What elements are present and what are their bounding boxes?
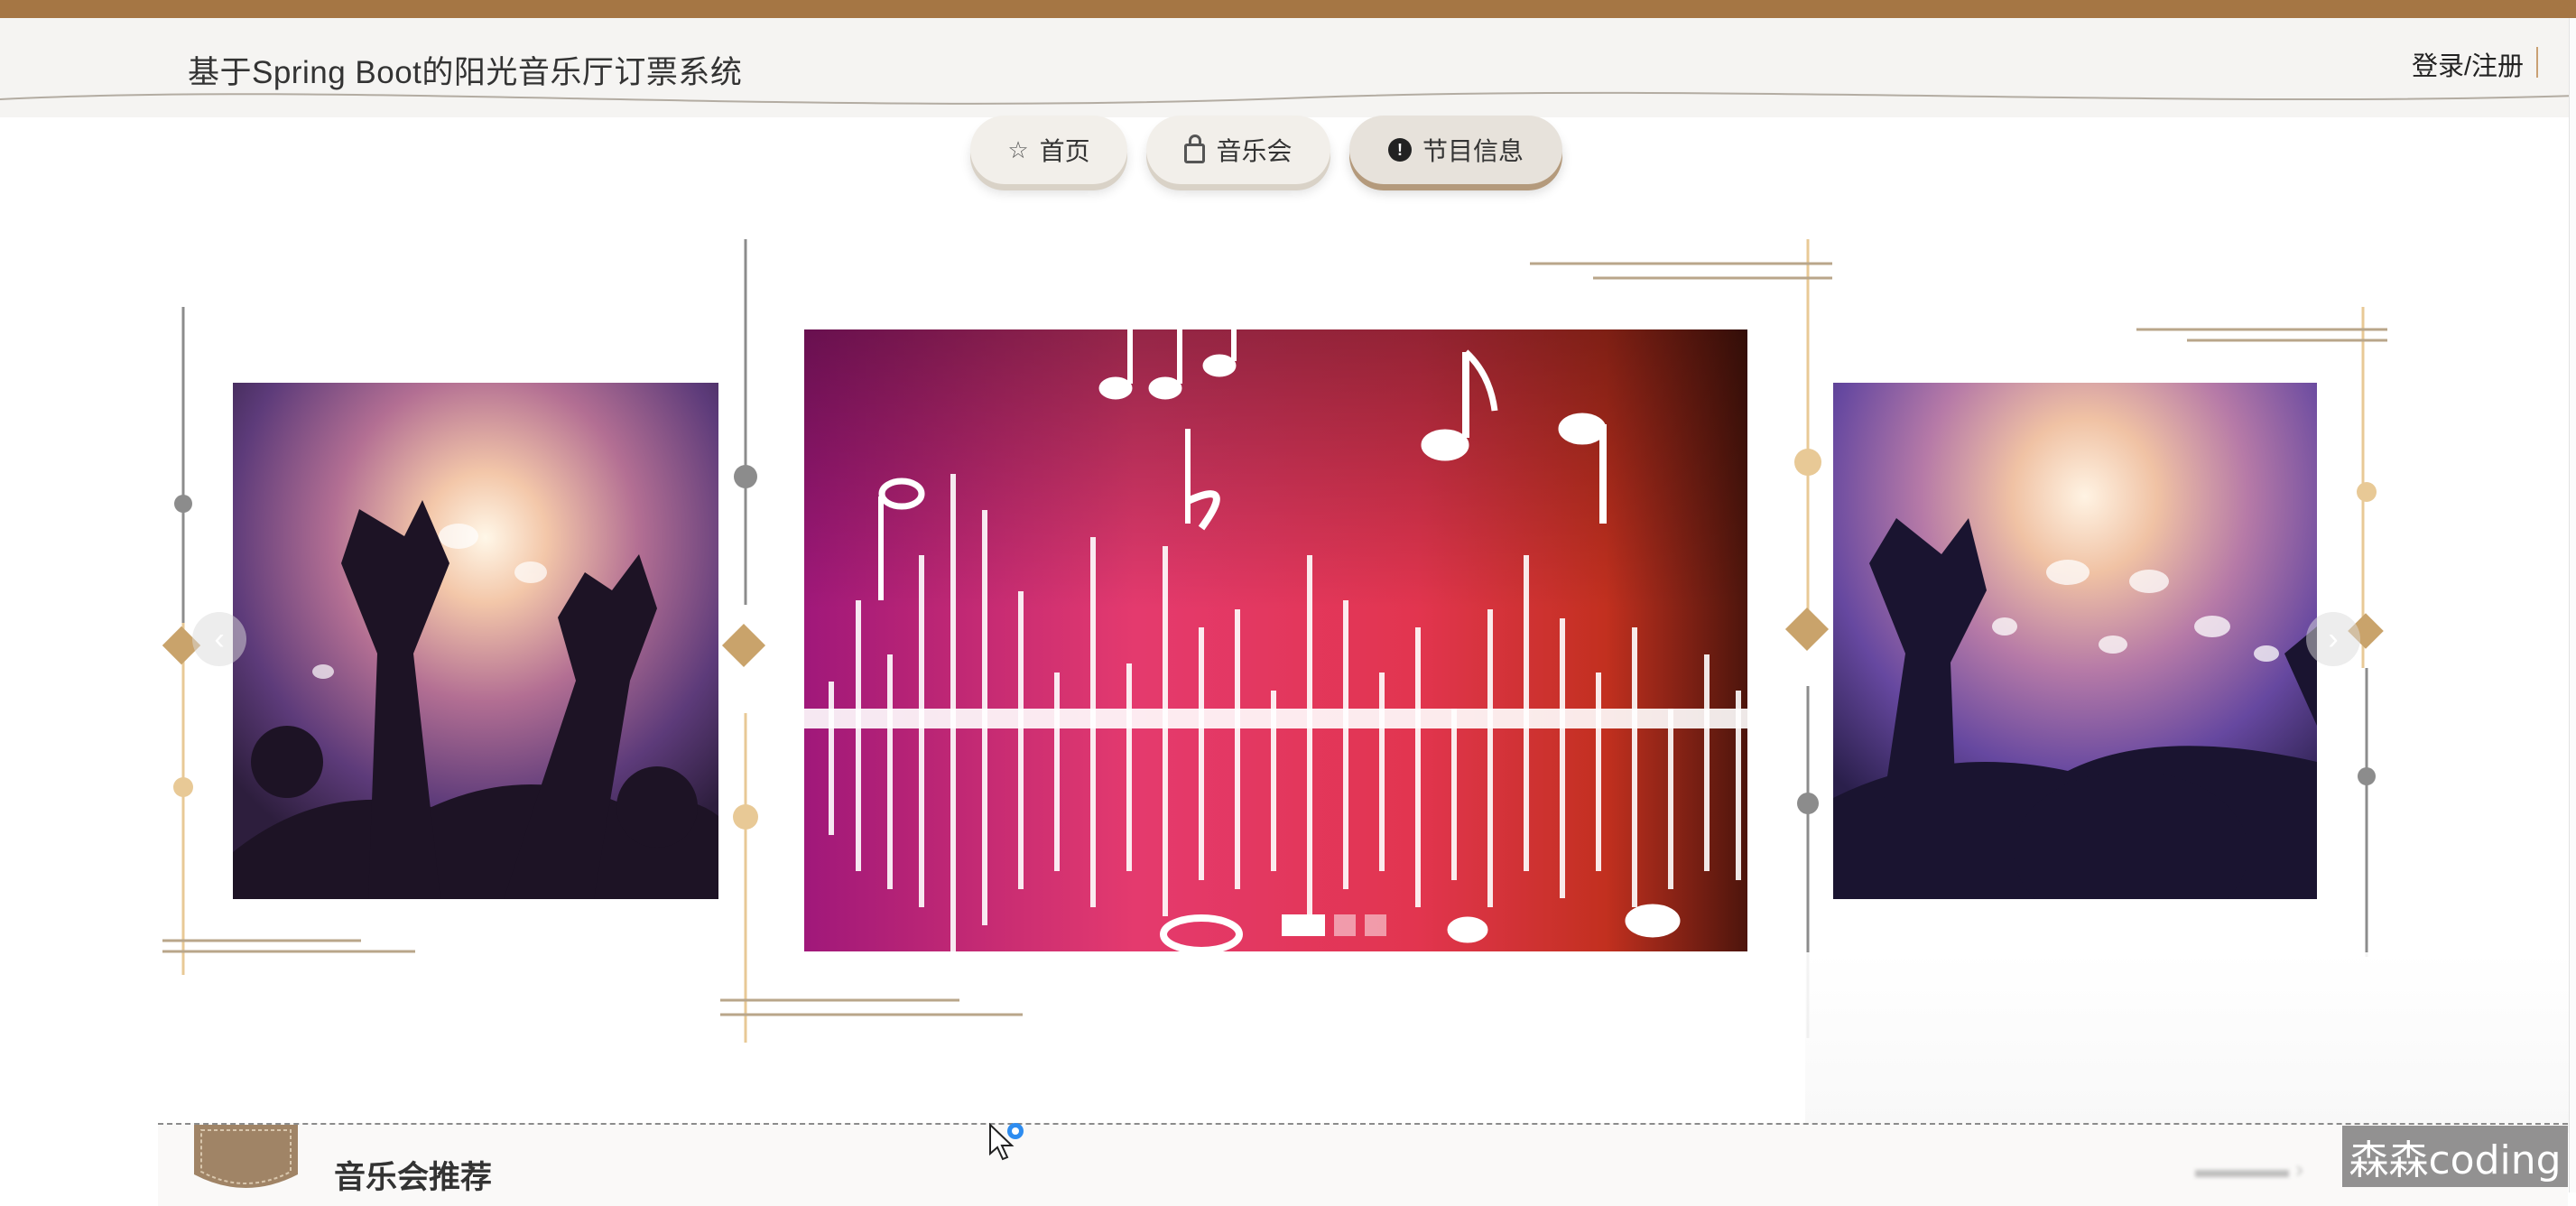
carousel-dot-3[interactable] <box>1365 914 1386 936</box>
chevron-left-icon: ‹ <box>214 621 225 656</box>
mouse-cursor <box>989 1123 1024 1161</box>
carousel-prev-button[interactable]: ‹ <box>192 612 246 666</box>
carousel-slide-right[interactable] <box>1833 383 2317 899</box>
carousel-dot-1[interactable] <box>1282 914 1325 936</box>
carousel-dot-2[interactable] <box>1334 914 1356 936</box>
section-title: 音乐会推荐 <box>334 1160 493 1195</box>
window-edge <box>2569 18 2576 1192</box>
chevron-right-icon: › <box>2328 621 2339 656</box>
carousel-pagination <box>1282 914 1386 936</box>
carousel-slide-left[interactable] <box>233 383 718 899</box>
more-link[interactable]: ▬▬▬▬ › <box>2195 1155 2303 1183</box>
carousel-next-button[interactable]: › <box>2306 612 2360 666</box>
faded-overlay <box>1805 952 2569 1133</box>
carousel-slide-active[interactable] <box>804 329 1747 951</box>
video-watermark: 森森coding <box>2342 1126 2568 1187</box>
section-badge-icon <box>194 1125 298 1188</box>
